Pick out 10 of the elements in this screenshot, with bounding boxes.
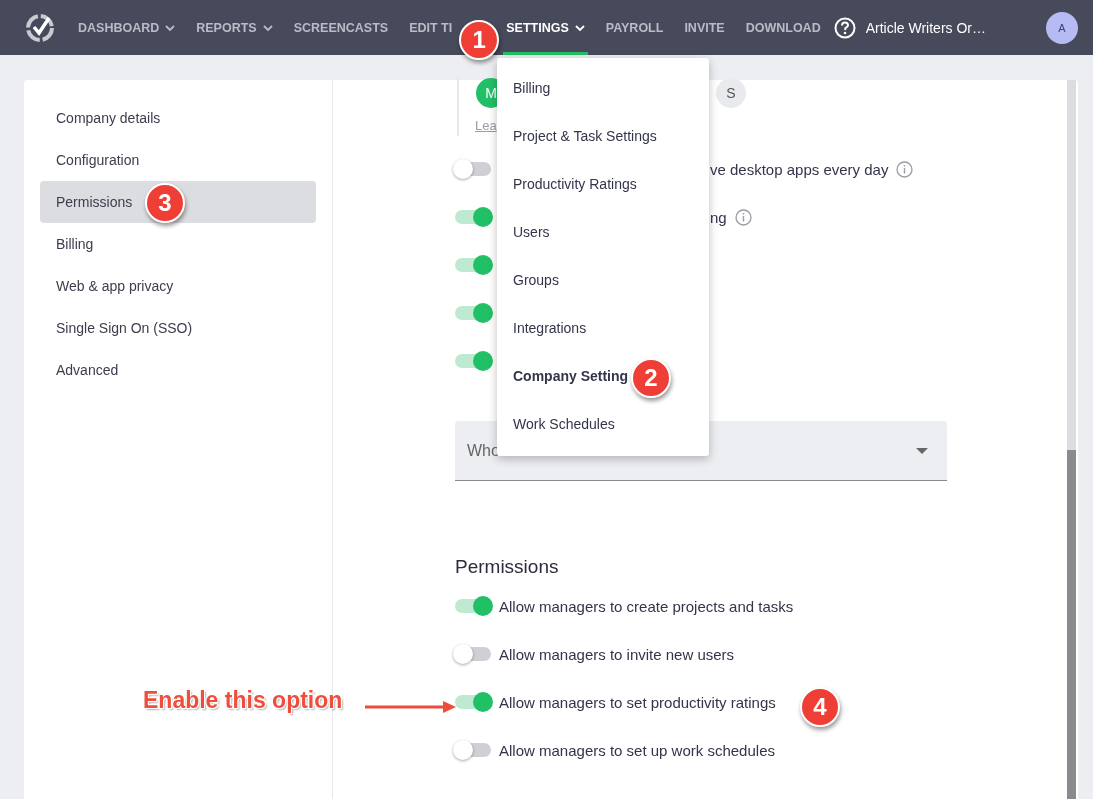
setting-label: Allow managers to set up work schedules bbox=[499, 741, 775, 759]
setting-label: ng bbox=[710, 208, 727, 226]
setting-label: Allow managers to create projects and tasks bbox=[499, 597, 794, 615]
member-avatar: S bbox=[716, 78, 746, 108]
callout-text: Enable this option bbox=[143, 687, 343, 714]
step-badge: 1 bbox=[459, 20, 500, 60]
setting-label: ve desktop apps every day bbox=[710, 160, 889, 178]
section-heading: Permissions bbox=[455, 556, 560, 578]
setting-label: Allow managers to set productivity ratings bbox=[499, 693, 776, 711]
setting-label: Allow managers to invite new users bbox=[499, 645, 735, 663]
